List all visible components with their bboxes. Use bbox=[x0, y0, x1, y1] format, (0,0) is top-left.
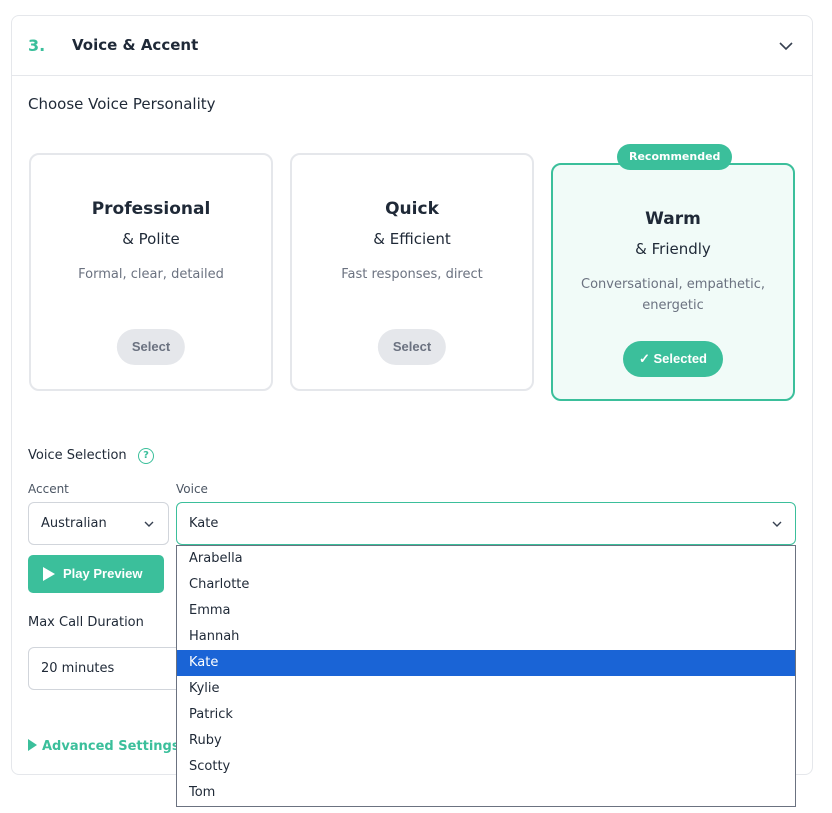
help-icon[interactable]: ? bbox=[138, 448, 154, 464]
accent-label: Accent bbox=[28, 482, 69, 496]
selected-button[interactable]: ✓ Selected bbox=[623, 341, 723, 377]
voice-option[interactable]: Kylie bbox=[177, 676, 795, 702]
card-title: Quick bbox=[385, 199, 439, 219]
voice-option[interactable]: Hannah bbox=[177, 624, 795, 650]
duration-value: 20 minutes bbox=[41, 661, 115, 676]
play-icon bbox=[28, 739, 37, 751]
personality-card-quick[interactable]: Quick & Efficient Fast responses, direct… bbox=[290, 153, 534, 391]
accent-value: Australian bbox=[41, 516, 107, 531]
step-number: 3. bbox=[28, 36, 46, 55]
play-preview-button[interactable]: Play Preview bbox=[28, 555, 164, 593]
voice-value: Kate bbox=[189, 516, 219, 531]
select-button[interactable]: Select bbox=[377, 329, 447, 365]
voice-dropdown-list: Arabella Charlotte Emma Hannah Kate Kyli… bbox=[176, 545, 796, 807]
play-icon bbox=[43, 567, 55, 581]
section-title: Voice & Accent bbox=[72, 36, 199, 54]
card-description: Conversational, empathetic, energetic bbox=[581, 277, 765, 313]
card-title: Warm bbox=[645, 209, 701, 229]
voice-option[interactable]: Emma bbox=[177, 598, 795, 624]
select-button[interactable]: Select bbox=[116, 329, 186, 365]
card-subtitle: & Friendly bbox=[635, 240, 711, 258]
voice-label: Voice bbox=[176, 482, 208, 496]
play-preview-label: Play Preview bbox=[63, 566, 143, 581]
personality-card-warm[interactable]: Warm & Friendly Conversational, empathet… bbox=[551, 163, 795, 401]
chevron-down-icon bbox=[144, 521, 154, 527]
card-subtitle: & Polite bbox=[122, 230, 180, 248]
card-title: Professional bbox=[91, 199, 211, 219]
section-header[interactable]: 3. Voice & Accent bbox=[12, 16, 812, 76]
card-subtitle: & Efficient bbox=[373, 230, 451, 248]
chevron-down-icon[interactable] bbox=[778, 38, 794, 54]
personality-heading: Choose Voice Personality bbox=[28, 95, 216, 113]
voice-option[interactable]: Ruby bbox=[177, 728, 795, 754]
voice-option[interactable]: Tom bbox=[177, 780, 795, 806]
recommended-badge: Recommended bbox=[617, 144, 733, 170]
personality-card-professional[interactable]: Professional & Polite Formal, clear, det… bbox=[29, 153, 273, 391]
accent-select[interactable]: Australian bbox=[28, 502, 169, 545]
voice-selection-label: Voice Selection bbox=[28, 448, 127, 463]
voice-option[interactable]: Patrick bbox=[177, 702, 795, 728]
voice-option-selected[interactable]: Kate bbox=[177, 650, 795, 676]
advanced-settings-label: Advanced Settings bbox=[42, 739, 180, 754]
advanced-settings-toggle[interactable]: Advanced Settings bbox=[28, 739, 180, 754]
max-call-duration-label: Max Call Duration bbox=[28, 615, 144, 630]
voice-select[interactable]: Kate bbox=[176, 502, 796, 545]
voice-option[interactable]: Charlotte bbox=[177, 572, 795, 598]
voice-option[interactable]: Arabella bbox=[177, 546, 795, 572]
chevron-down-icon bbox=[772, 521, 782, 527]
voice-option[interactable]: Scotty bbox=[177, 754, 795, 780]
card-description: Formal, clear, detailed bbox=[78, 267, 224, 282]
card-description: Fast responses, direct bbox=[341, 267, 483, 282]
